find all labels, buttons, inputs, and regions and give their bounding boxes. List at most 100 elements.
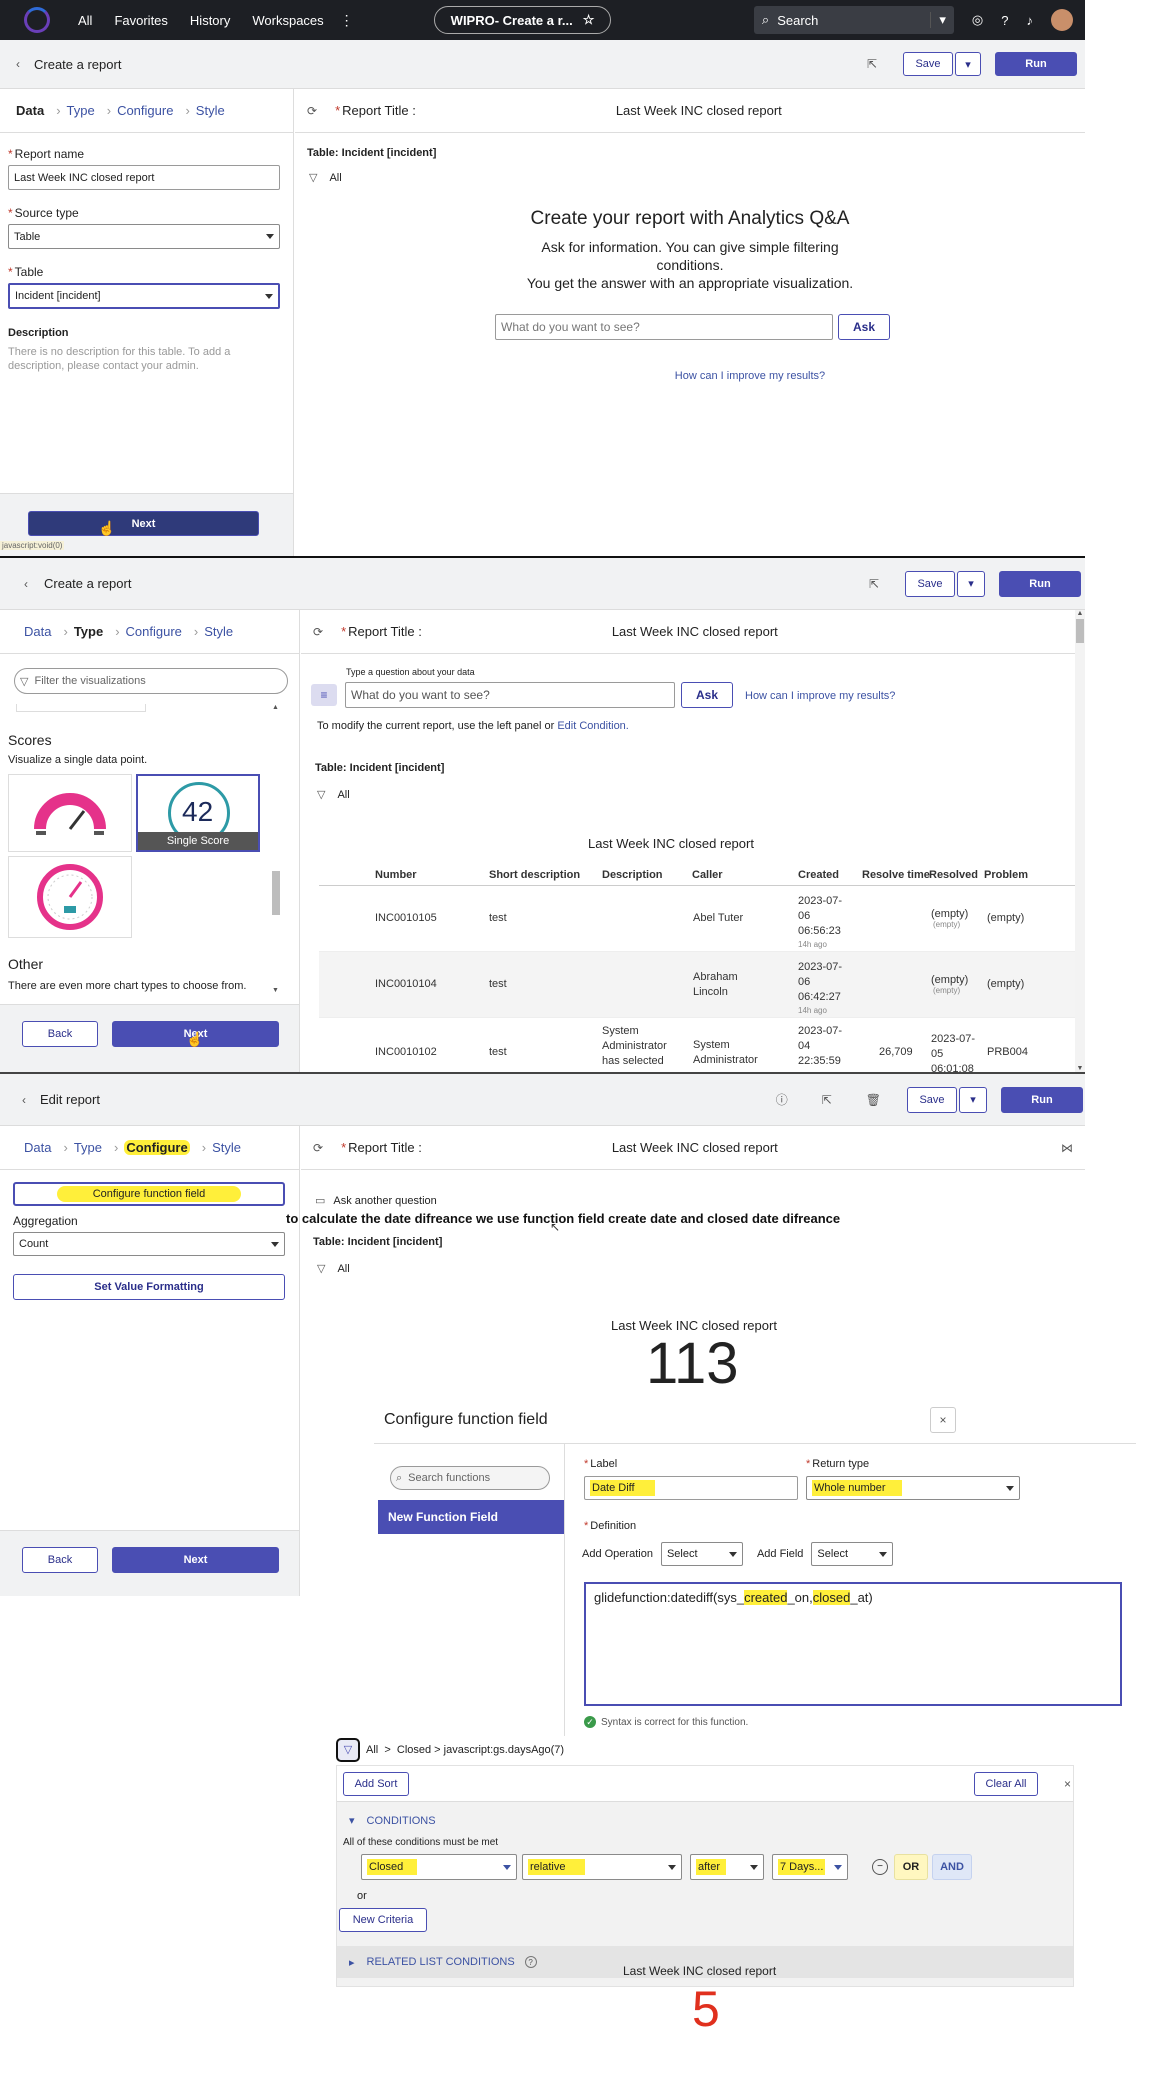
aggregation-select[interactable]: Count [13, 1232, 285, 1256]
filter-breadcrumb[interactable]: All [337, 789, 349, 801]
nav-all[interactable]: All [78, 13, 92, 28]
tab-data[interactable]: Data [16, 103, 44, 118]
nav-history[interactable]: History [190, 13, 230, 28]
save-dropdown-button[interactable]: ▾ [955, 52, 981, 76]
tab-configure[interactable]: Configure [126, 624, 182, 639]
run-button[interactable]: Run [1001, 1086, 1083, 1113]
tab-configure[interactable]: Configure [117, 103, 173, 118]
filter-icon[interactable]: ▽ [317, 788, 325, 801]
star-icon[interactable]: ☆ [583, 12, 595, 28]
tab-type[interactable]: Type [67, 103, 95, 118]
row-problem[interactable]: PRB004 [987, 1046, 1028, 1058]
trash-icon[interactable]: 🗑 [866, 1093, 881, 1107]
row-number-link[interactable]: INC0010105 [375, 912, 437, 924]
refresh-icon[interactable]: ⟳ [307, 104, 317, 118]
add-sort-button[interactable]: Add Sort [343, 1771, 409, 1796]
set-value-formatting-button[interactable]: Set Value Formatting [13, 1274, 285, 1300]
report-title-value[interactable]: Last Week INC closed report [612, 624, 778, 639]
share-icon[interactable]: ⇱ [867, 57, 877, 71]
filter-icon[interactable]: ▽ [317, 1262, 325, 1275]
save-button[interactable]: Save [907, 1086, 957, 1113]
ask-button[interactable]: Ask [681, 682, 733, 708]
row-caller[interactable]: Abel Tuter [693, 912, 743, 924]
configure-function-field-button[interactable]: Configure function field [13, 1182, 285, 1206]
viz-scrollbar[interactable]: ▲ ▼ [272, 704, 280, 998]
main-scrollbar[interactable]: ▲ ▼ [1075, 610, 1085, 1072]
col-caller[interactable]: Caller [692, 869, 723, 881]
improve-link[interactable]: How can I improve my results? [745, 690, 895, 702]
operation-select[interactable]: Select [660, 1542, 743, 1566]
search-dropdown-icon[interactable]: ▾ [930, 12, 946, 28]
visualization-filter[interactable]: ▽ Filter the visualizations [14, 668, 288, 694]
report-title-value[interactable]: Last Week INC closed report [616, 103, 782, 118]
save-dropdown-button[interactable]: ▾ [959, 1086, 987, 1113]
filter-icon[interactable]: ▽ [309, 171, 317, 184]
report-title-value[interactable]: Last Week INC closed report [612, 1140, 778, 1155]
label-input[interactable]: Date Diff [584, 1476, 798, 1500]
row-caller[interactable]: Abraham Lincoln [693, 970, 747, 1000]
tab-data[interactable]: Data [24, 1140, 51, 1155]
dial-tile[interactable] [8, 856, 132, 938]
global-search[interactable]: ⌕ Search ▾ [753, 6, 954, 34]
logo-icon[interactable] [24, 7, 50, 33]
share-icon[interactable]: ⇱ [869, 577, 879, 591]
info-icon[interactable]: ⓘ [776, 1091, 788, 1108]
gauge-tile[interactable] [8, 774, 132, 852]
col-problem[interactable]: Problem [984, 869, 1028, 881]
or-button[interactable]: OR [894, 1854, 928, 1880]
tab-style[interactable]: Style [204, 624, 233, 639]
refresh-icon[interactable]: ⟳ [313, 625, 323, 639]
tab-type[interactable]: Type [74, 624, 103, 639]
condition-value-select[interactable]: 7 Days... [772, 1854, 848, 1880]
help-icon[interactable]: ? [1001, 13, 1008, 28]
run-button[interactable]: Run [999, 570, 1081, 597]
col-number[interactable]: Number [375, 869, 417, 881]
edit-condition-link[interactable]: Edit Condition. [557, 720, 629, 732]
related-list-heading[interactable]: RELATED LIST CONDITIONS [367, 1956, 515, 1968]
tab-style[interactable]: Style [196, 103, 225, 118]
back-chevron-icon[interactable]: ‹ [22, 1093, 26, 1107]
single-score-tile[interactable]: 42 Single Score [136, 774, 260, 852]
save-button[interactable]: Save [903, 52, 953, 76]
col-short-desc[interactable]: Short description [489, 869, 580, 881]
clear-all-button[interactable]: Clear All [973, 1771, 1038, 1796]
avatar[interactable] [1051, 9, 1073, 31]
and-button[interactable]: AND [932, 1854, 972, 1880]
condition-field-select[interactable]: Closed [361, 1854, 517, 1880]
expand-icon[interactable]: ▸ [349, 1956, 355, 1969]
condition-breadcrumb[interactable]: All > Closed > javascript:gs.daysAgo(7) [366, 1744, 564, 1756]
row-number-link[interactable]: INC0010102 [375, 1046, 437, 1058]
globe-icon[interactable]: ◎ [972, 12, 983, 28]
back-chevron-icon[interactable]: ‹ [16, 57, 20, 71]
row-caller[interactable]: System Administrator [693, 1038, 773, 1068]
field-select[interactable]: Select [811, 1542, 894, 1566]
save-dropdown-button[interactable]: ▾ [957, 570, 985, 597]
col-resolved[interactable]: Resolved [929, 869, 978, 881]
back-chevron-icon[interactable]: ‹ [24, 577, 28, 591]
tab-style[interactable]: Style [212, 1140, 241, 1155]
ask-another-link[interactable]: Ask another question [333, 1195, 436, 1207]
condition-operator-select[interactable]: relative [522, 1854, 682, 1880]
help-icon[interactable]: ? [524, 1956, 537, 1968]
tab-type[interactable]: Type [74, 1140, 102, 1155]
remove-condition-icon[interactable]: − [872, 1859, 888, 1875]
bell-icon[interactable]: ♪ [1027, 13, 1034, 28]
close-icon[interactable]: × [1064, 1777, 1071, 1791]
filter-breadcrumb[interactable]: All [337, 1263, 349, 1275]
qa-input[interactable]: What do you want to see? [495, 314, 833, 340]
close-icon[interactable]: × [930, 1406, 956, 1433]
save-button[interactable]: Save [905, 570, 955, 597]
new-function-field-item[interactable]: New Function Field [378, 1500, 564, 1534]
search-functions-input[interactable]: ⌕ Search functions [390, 1466, 550, 1490]
tab-data[interactable]: Data [24, 624, 51, 639]
table-select[interactable]: Incident [incident] [8, 283, 280, 309]
back-button[interactable]: Back [22, 1021, 98, 1047]
tab-configure[interactable]: Configure [124, 1140, 190, 1155]
next-button[interactable]: Next [112, 1547, 279, 1573]
return-type-select[interactable]: Whole number [806, 1476, 1020, 1500]
collapse-icon[interactable]: ▾ [349, 1814, 355, 1827]
context-pill[interactable]: WIPRO- Create a r... ☆ [433, 6, 612, 34]
viz-scroll[interactable]: Scores Visualize a single data point. 42… [8, 704, 288, 998]
nav-workspaces[interactable]: Workspaces [252, 13, 323, 28]
condition-when-select[interactable]: after [690, 1854, 764, 1880]
